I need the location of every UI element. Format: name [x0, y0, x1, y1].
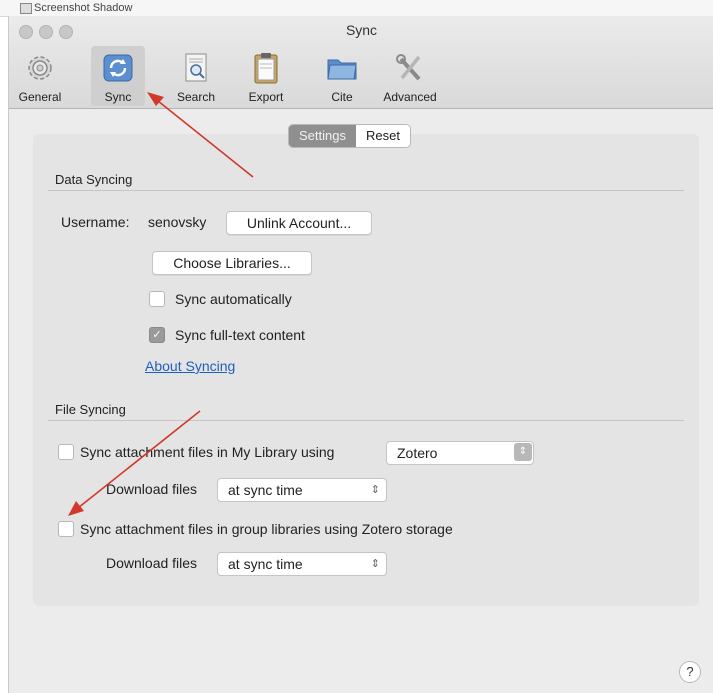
- toolbar-general[interactable]: General: [9, 46, 71, 106]
- tab-reset[interactable]: Reset: [355, 125, 410, 147]
- group-libraries-sync-checkbox[interactable]: [58, 521, 74, 537]
- download-files-label: Download files: [106, 481, 198, 497]
- chevron-updown-icon: ⇕: [514, 443, 532, 461]
- toolbar-search-label: Search: [176, 90, 216, 104]
- toolbar-sync[interactable]: Sync: [91, 46, 145, 106]
- download-files-select[interactable]: at sync time ⇕: [217, 478, 387, 502]
- toolbar-advanced-label: Advanced: [383, 90, 437, 104]
- my-library-storage-value: Zotero: [397, 445, 438, 461]
- clipboard-icon: [254, 53, 278, 84]
- download-files-select-2[interactable]: at sync time ⇕: [217, 552, 387, 576]
- help-button[interactable]: ?: [679, 661, 701, 683]
- toolbar-export-label: Export: [248, 90, 284, 104]
- download-files-value-2: at sync time: [228, 556, 303, 572]
- sync-fulltext-checkbox[interactable]: ✓: [149, 327, 165, 343]
- download-files-label-2: Download files: [106, 555, 198, 571]
- sync-fulltext-label: Sync full-text content: [175, 327, 305, 343]
- title-bar: Sync General Sync Search Export Cite Adv…: [9, 16, 713, 109]
- folder-icon: [327, 59, 357, 80]
- file-syncing-title: File Syncing: [55, 402, 126, 417]
- my-library-sync-label: Sync attachment files in My Library usin…: [80, 444, 335, 460]
- group-libraries-sync-label: Sync attachment files in group libraries…: [80, 521, 453, 537]
- gear-icon: [28, 56, 52, 80]
- sync-automatically-checkbox[interactable]: [149, 291, 165, 307]
- toolbar-search[interactable]: Search: [171, 46, 221, 106]
- settings-reset-tabs: Settings Reset: [288, 124, 411, 148]
- toolbar-cite[interactable]: Cite: [317, 46, 367, 106]
- sync-automatically-label: Sync automatically: [175, 291, 292, 307]
- username-label: Username:: [61, 214, 130, 230]
- tools-icon: [396, 54, 421, 81]
- toolbar-export[interactable]: Export: [239, 46, 293, 106]
- toolbar-sync-label: Sync: [104, 90, 132, 104]
- about-syncing-link[interactable]: About Syncing: [145, 358, 235, 374]
- chevron-updown-icon: ⇕: [370, 484, 380, 496]
- toolbar-cite-label: Cite: [331, 90, 353, 104]
- background-window-title: Screenshot Shadow: [34, 2, 133, 14]
- chevron-updown-icon: ⇕: [370, 558, 380, 570]
- background-window-strip: Screenshot Shadow: [0, 0, 713, 17]
- document-icon: [20, 3, 32, 14]
- unlink-account-button[interactable]: Unlink Account...: [226, 211, 372, 235]
- toolbar-advanced[interactable]: Advanced: [377, 46, 443, 106]
- username-value: senovsky: [148, 214, 207, 230]
- choose-libraries-button[interactable]: Choose Libraries...: [152, 251, 312, 275]
- search-icon: [185, 53, 207, 82]
- download-files-value: at sync time: [228, 482, 303, 498]
- window-title: Sync: [345, 22, 378, 38]
- file-syncing-divider: [48, 420, 684, 421]
- my-library-storage-select[interactable]: Zotero ⇕: [386, 441, 534, 465]
- tab-settings[interactable]: Settings: [289, 125, 356, 147]
- data-syncing-divider: [48, 190, 684, 191]
- my-library-sync-checkbox[interactable]: [58, 444, 74, 460]
- toolbar-general-label: General: [18, 90, 62, 104]
- sync-icon: [103, 54, 133, 82]
- data-syncing-title: Data Syncing: [55, 172, 133, 187]
